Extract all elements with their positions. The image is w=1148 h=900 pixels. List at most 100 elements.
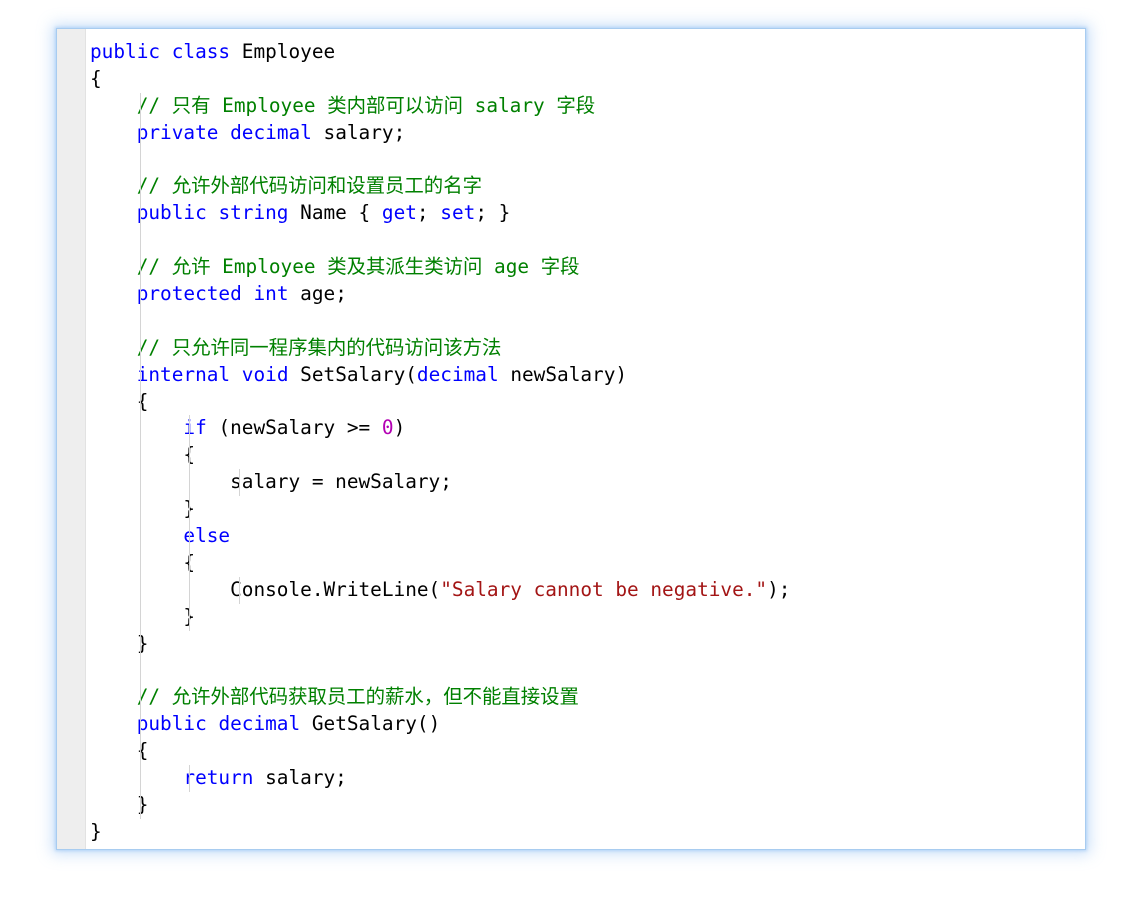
code-line-text: salary = newSalary; [90,470,452,493]
code-token-pln: ; } [475,201,511,225]
indent-guide [139,603,141,631]
code-line[interactable]: return salary; [90,765,1085,792]
code-token-kw: protected [136,282,242,306]
indent-guide [189,442,191,470]
code-editor-area[interactable]: public class Employee { // 只有 Employee 类内… [87,29,1085,849]
code-line[interactable]: } [90,630,1085,658]
code-line-text: } [90,497,195,520]
indent-guide [139,307,141,335]
code-token-pln [160,40,172,63]
indent-guide [239,469,241,497]
indent-guide [139,119,141,147]
code-token-kw: if [183,416,207,440]
code-line[interactable]: } [90,791,1085,819]
indent-guide [189,549,191,577]
code-line[interactable]: { [90,442,1085,470]
code-line[interactable]: if (newSalary >= 0) [90,415,1085,443]
code-line[interactable]: Console.WriteLine("Salary cannot be nega… [90,576,1085,604]
code-token-kw: public [136,201,207,225]
code-line-text: public class Employee [90,40,335,63]
code-line[interactable]: private decimal salary; [90,119,1085,147]
code-line[interactable]: // 允许 Employee 类及其派生类访问 age 字段 [90,254,1085,282]
code-token-pln: Name { [288,201,382,225]
code-line-text: protected int age; [90,282,347,305]
indent-guide [139,200,141,228]
code-token-pln [218,121,230,144]
code-line-text: } [90,605,195,628]
code-token-cmt: // 允许外部代码访问和设置员工的名字 [136,174,482,198]
code-token-kw: string [218,201,289,225]
code-token-kw: decimal [218,712,301,736]
code-line-text: else [90,524,230,547]
code-line[interactable]: internal void SetSalary(decimal newSalar… [90,361,1085,389]
code-token-kw: decimal [230,120,312,144]
code-line[interactable]: { [90,549,1085,577]
code-line[interactable]: } [90,819,1085,846]
code-line[interactable] [90,657,1085,685]
code-token-pln [242,282,254,305]
code-line-text: { [90,443,195,466]
code-token-kw: void [241,362,289,386]
code-line[interactable]: { [90,66,1085,93]
code-line[interactable] [90,227,1085,255]
indent-guide [139,469,141,497]
code-token-pln: ) [393,416,406,440]
indent-guide [189,576,191,604]
code-line-text: if (newSalary >= 0) [90,416,405,439]
indent-guide [139,173,141,201]
code-token-pln: age; [288,282,347,306]
code-token-pln: Employee [230,40,336,63]
code-line-text: private decimal salary; [90,120,406,144]
code-token-pln: ; [416,201,441,225]
code-line-text: return salary; [90,766,347,790]
code-token-kw: public [90,40,161,63]
code-token-kw: int [253,282,289,306]
code-token-kw: class [171,40,231,63]
code-line[interactable]: // 允许外部代码访问和设置员工的名字 [90,173,1085,201]
indent-guide [189,603,191,631]
code-line[interactable]: { [90,388,1085,416]
code-line[interactable]: // 只允许同一程序集内的代码访问该方法 [90,334,1085,362]
code-line[interactable]: protected int age; [90,281,1085,308]
indent-guide [139,227,141,255]
code-token-pln [230,363,242,386]
code-line[interactable]: // 允许外部代码获取员工的薪水，但不能直接设置 [90,684,1085,712]
code-line[interactable]: } [90,603,1085,631]
indent-guide [139,523,141,550]
code-token-pln: { [136,389,149,413]
indent-guide [239,576,241,604]
code-token-pln: salary = newSalary; [230,470,452,494]
code-line[interactable]: } [90,496,1085,524]
code-token-pln: salary; [311,120,406,144]
code-line[interactable]: salary = newSalary; [90,469,1085,497]
code-line-text: // 允许 Employee 类及其派生类访问 age 字段 [90,255,580,278]
code-line[interactable]: else [90,523,1085,550]
code-line[interactable]: { [90,738,1085,766]
code-token-cmt: // 只有 Employee 类内部可以访问 salary 字段 [136,93,596,117]
code-token-kw: set [440,201,476,225]
code-token-pln: salary; [253,766,347,790]
code-token-cmt: // 允许 Employee 类及其派生类访问 age 字段 [136,255,580,279]
code-line[interactable]: // 只有 Employee 类内部可以访问 salary 字段 [90,92,1085,120]
code-token-pln: } [90,819,102,843]
indent-guide [139,388,141,416]
indent-guide [139,334,141,362]
indent-guide [139,630,141,658]
indent-guide [139,281,141,308]
code-line[interactable]: public string Name { get; set; } [90,200,1085,228]
code-block[interactable]: public class Employee { // 只有 Employee 类内… [90,39,1085,846]
code-line[interactable] [90,146,1085,174]
code-line[interactable] [90,307,1085,335]
code-line[interactable]: public decimal GetSalary() [90,711,1085,739]
code-token-cmt: // 允许外部代码获取员工的薪水，但不能直接设置 [136,685,579,709]
code-line[interactable]: public class Employee [90,39,1085,66]
